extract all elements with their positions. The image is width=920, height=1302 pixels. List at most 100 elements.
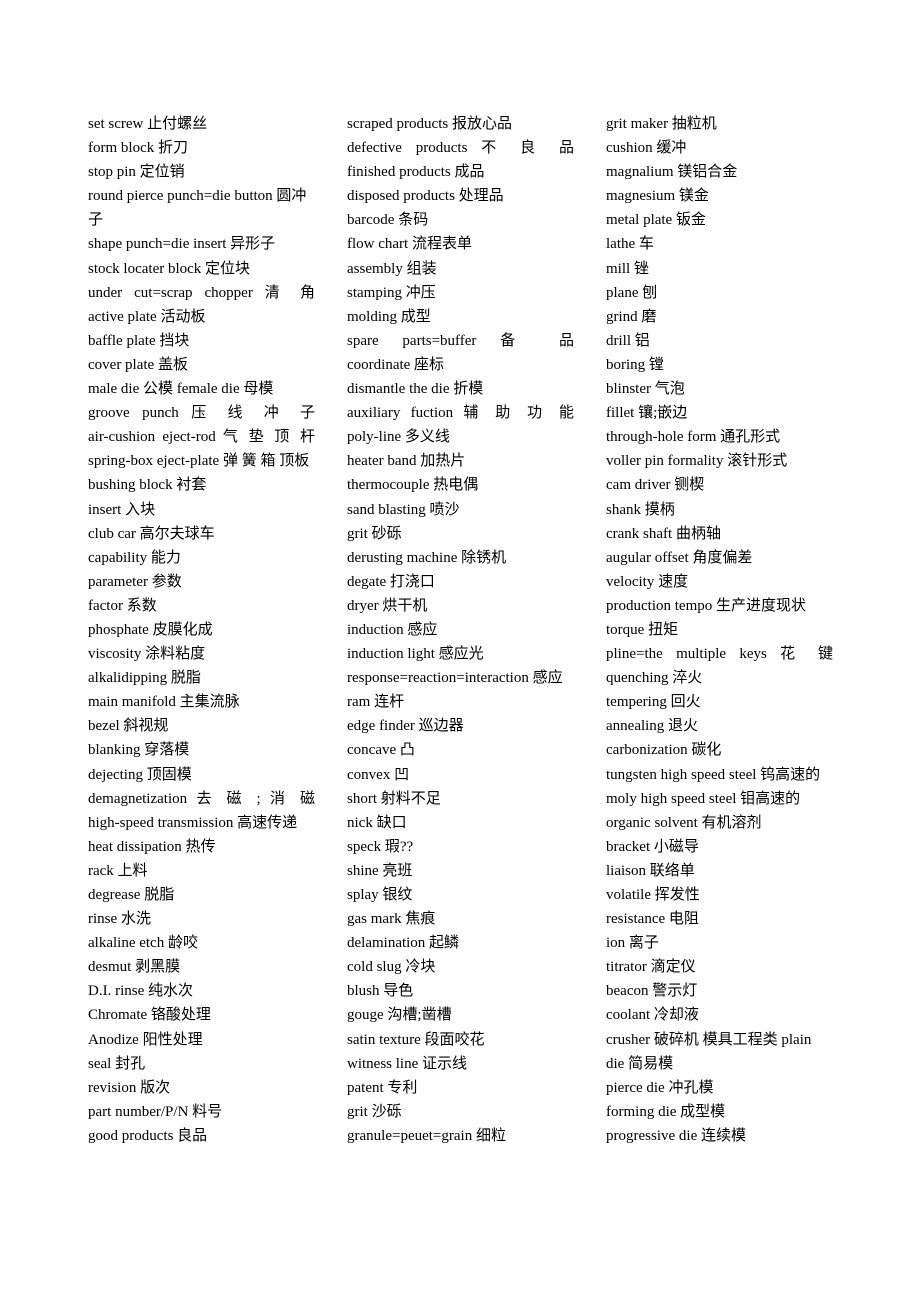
glossary-entry: quenching 淬火 <box>606 670 703 687</box>
glossary-entry: volatile 挥发性 <box>606 887 700 903</box>
glossary-entry: cam driver 铡楔 <box>606 477 705 494</box>
glossary-entry: parameter 参数 <box>88 573 182 590</box>
glossary-entry: satin texture 段面咬花 <box>347 1031 485 1048</box>
glossary-entry: auxiliary fuction 辅 助 功 能 <box>347 405 574 422</box>
glossary-entry: baffle plate 挡块 <box>88 332 190 349</box>
glossary-entry: viscosity 涂料粘度 <box>88 646 206 663</box>
glossary-entry: magnalium 镁铝合金 <box>606 164 738 181</box>
glossary-entry: witness line 证示线 <box>347 1055 467 1072</box>
glossary-entry: finished products 成品 <box>347 164 485 181</box>
glossary-entry: coolant 冷却液 <box>606 1007 699 1024</box>
glossary-entry: ion 离子 <box>606 935 659 952</box>
glossary-entry: shape punch=die insert 异形子 <box>88 236 276 253</box>
glossary-entry: seal 封孔 <box>88 1055 146 1072</box>
glossary-entry: patent 专利 <box>347 1079 418 1096</box>
glossary-entry: alkaline etch 龄咬 <box>88 935 198 952</box>
glossary-entry: defective products 不 良 品 <box>347 140 574 157</box>
glossary-entry: male die 公模 female die 母模 <box>88 381 274 398</box>
glossary-entry: stamping 冲压 <box>347 284 436 301</box>
glossary-entry: D.I. rinse 纯水次 <box>88 983 193 1000</box>
glossary-entry: crusher 破碎机 模具工程类 plain die 简易模 <box>606 1031 812 1072</box>
glossary-entry: response=reaction=interaction 感应 <box>347 670 563 687</box>
glossary-entry: molding 成型 <box>347 308 431 325</box>
glossary-entry: bracket 小磁导 <box>606 838 699 855</box>
glossary-entry: pline=the multiple keys 花 键 <box>606 646 833 663</box>
glossary-entry: tungsten high speed steel 钨高速的 <box>606 766 821 783</box>
glossary-entry: barcode 条码 <box>347 212 429 229</box>
glossary-entry: dryer 烘干机 <box>347 597 428 614</box>
glossary-entry: resistance 电阻 <box>606 911 699 928</box>
glossary-entry: spring-box eject-plate 弹 簧 箱 顶板 <box>88 453 310 470</box>
glossary-entry: grind 磨 <box>606 308 657 325</box>
glossary-entry: progressive die 连续模 <box>606 1127 746 1144</box>
glossary-entry: air-cushion eject-rod 气 垫 顶 杆 <box>88 429 315 446</box>
glossary-entry: high-speed transmission 高速传递 <box>88 814 298 831</box>
glossary-entry: scraped products 报放心品 <box>347 116 512 132</box>
glossary-entry: grit maker 抽粒机 <box>606 116 717 132</box>
glossary-entry: tempering 回火 <box>606 694 701 711</box>
glossary-column-2: scraped products 报放心品 defective products … <box>347 112 574 1148</box>
glossary-entry: insert 入块 <box>88 501 156 518</box>
glossary-entry: blinster 气泡 <box>606 381 685 398</box>
glossary-entry: induction 感应 <box>347 621 438 638</box>
glossary-entry: organic solvent 有机溶剂 <box>606 814 762 831</box>
glossary-entry: carbonization 碳化 <box>606 742 722 759</box>
glossary-entry: groove punch 压 线 冲 子 <box>88 405 315 422</box>
glossary-entry: plane 刨 <box>606 284 658 301</box>
glossary-entry: mill 锉 <box>606 260 649 277</box>
glossary-entry: induction light 感应光 <box>347 646 484 663</box>
glossary-entry: boring 镗 <box>606 356 664 373</box>
glossary-entry: ram 连杆 <box>347 694 405 711</box>
glossary-entry: edge finder 巡边器 <box>347 718 464 735</box>
glossary-entry: bushing block 衬套 <box>88 477 207 494</box>
glossary-entry: round pierce punch=die button 圆冲子 <box>88 188 307 229</box>
glossary-entry: pierce die 冲孔模 <box>606 1079 714 1096</box>
glossary-entry: nick 缺口 <box>347 814 407 831</box>
glossary-entry: Anodize 阳性处理 <box>88 1031 203 1048</box>
glossary-entry: cushion 缓冲 <box>606 140 687 157</box>
glossary-entry: thermocouple 热电偶 <box>347 477 479 494</box>
glossary-entry: rinse 水洗 <box>88 911 151 928</box>
glossary-column-3: grit maker 抽粒机 cushion 缓冲 magnalium 镁铝合金 ma… <box>606 112 833 1148</box>
glossary-entry: main manifold 主集流脉 <box>88 694 240 711</box>
glossary-entry: dismantle the die 折模 <box>347 381 484 398</box>
glossary-entry: flow chart 流程表单 <box>347 236 472 253</box>
glossary-entry: convex 凹 <box>347 766 410 783</box>
glossary-entry: metal plate 钣金 <box>606 212 706 229</box>
glossary-entry: beacon 警示灯 <box>606 983 698 1000</box>
glossary-entry: cover plate 盖板 <box>88 356 188 373</box>
glossary-entry: crank shaft 曲柄轴 <box>606 525 721 542</box>
glossary-entry: under cut=scrap chopper 清 角 <box>88 284 315 301</box>
glossary-entry: cold slug 冷块 <box>347 959 436 976</box>
glossary-entry: short 射料不足 <box>347 790 441 807</box>
glossary-entry: coordinate 座标 <box>347 356 445 373</box>
glossary-entry: heat dissipation 热传 <box>88 838 216 855</box>
glossary-entry: shank 摸柄 <box>606 501 675 518</box>
glossary-entry: titrator 滴定仪 <box>606 959 696 976</box>
glossary-entry: Chromate 铬酸处理 <box>88 1007 211 1024</box>
glossary-entry: drill 铝 <box>606 332 650 349</box>
glossary-entry: production tempo 生产进度现状 <box>606 597 806 614</box>
glossary-entry: concave 凸 <box>347 742 415 759</box>
glossary-entry: heater band 加热片 <box>347 453 466 470</box>
glossary-entry: grit 沙砾 <box>347 1103 402 1120</box>
glossary-entry: demagnetization 去 磁 ; 消 磁 <box>88 790 315 807</box>
glossary-entry: gouge 沟槽;凿槽 <box>347 1007 452 1024</box>
glossary-entry: lathe 车 <box>606 236 654 253</box>
glossary-entry: alkalidipping 脱脂 <box>88 670 201 687</box>
glossary-entry: club car 高尔夫球车 <box>88 525 215 542</box>
glossary-entry: assembly 组装 <box>347 260 437 277</box>
glossary-entry: delamination 起鳞 <box>347 935 460 952</box>
glossary-entry: liaison 联络单 <box>606 862 695 879</box>
glossary-entry: good products 良品 <box>88 1127 208 1144</box>
glossary-entry: bezel 斜视规 <box>88 718 169 735</box>
glossary-entry: stop pin 定位销 <box>88 164 185 181</box>
glossary-entry: magnesium 镁金 <box>606 188 709 205</box>
glossary-entry: factor 系数 <box>88 597 157 614</box>
glossary-entry: augular offset 角度偏差 <box>606 549 753 566</box>
glossary-entry: phosphate 皮膜化成 <box>88 621 213 638</box>
glossary-entry: blanking 穿落模 <box>88 742 190 759</box>
glossary-entry: spare parts=buffer 备 品 <box>347 332 574 349</box>
glossary-entry: degrease 脱脂 <box>88 887 175 903</box>
glossary-entry: form block 折刀 <box>88 140 188 157</box>
